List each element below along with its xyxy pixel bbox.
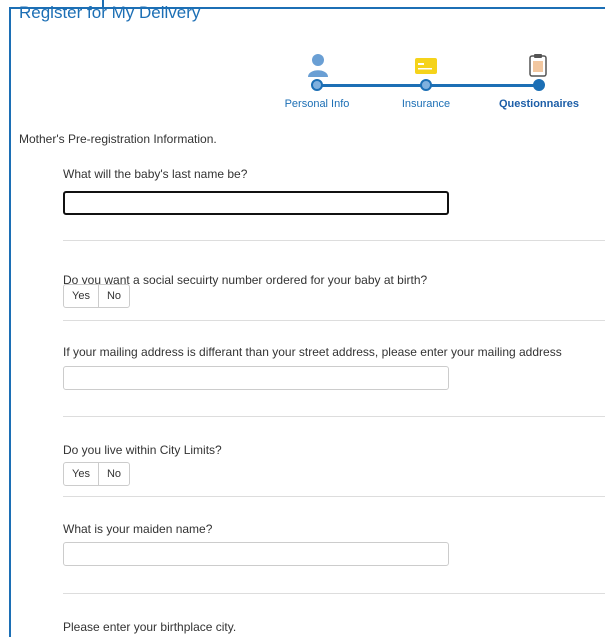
divider — [63, 416, 605, 417]
page-title: Register for My Delivery — [19, 3, 201, 22]
divider — [63, 496, 605, 497]
divider — [63, 320, 605, 321]
section-title: Mother's Pre-registration Information. — [19, 132, 217, 146]
question-baby-last-name: What will the baby's last name be? — [63, 167, 248, 181]
divider — [63, 240, 605, 241]
question-birthplace-city: Please enter your birthplace city. — [63, 620, 237, 634]
mailing-address-input[interactable] — [63, 366, 449, 390]
step-dot-insurance[interactable] — [420, 79, 432, 91]
divider — [63, 593, 605, 594]
progress-stepper: Personal Info Insurance Questionnaires — [285, 50, 590, 112]
insurance-card-icon — [415, 58, 437, 74]
step-dot-questionnaires[interactable] — [533, 79, 545, 91]
step-label-insurance[interactable]: Insurance — [402, 98, 450, 110]
step-label-questionnaires[interactable]: Questionnaires — [499, 98, 579, 110]
ssn-button-group: Yes No — [63, 284, 131, 308]
question-mailing-address: If your mailing address is differant tha… — [63, 345, 562, 359]
step-dot-personal-info[interactable] — [311, 79, 323, 91]
city-limits-button-group: Yes No — [63, 462, 131, 486]
city-limits-yes-button[interactable]: Yes — [64, 463, 98, 485]
person-icon — [308, 54, 328, 77]
ssn-no-button[interactable]: No — [97, 285, 129, 307]
baby-last-name-input[interactable] — [63, 191, 449, 215]
step-label-personal-info[interactable]: Personal Info — [285, 98, 350, 110]
city-limits-no-button[interactable]: No — [97, 463, 129, 485]
clipboard-icon — [529, 54, 547, 77]
maiden-name-input[interactable] — [63, 542, 449, 566]
question-city-limits: Do you live within City Limits? — [63, 443, 222, 457]
ssn-yes-button[interactable]: Yes — [64, 285, 98, 307]
question-maiden-name: What is your maiden name? — [63, 522, 213, 536]
